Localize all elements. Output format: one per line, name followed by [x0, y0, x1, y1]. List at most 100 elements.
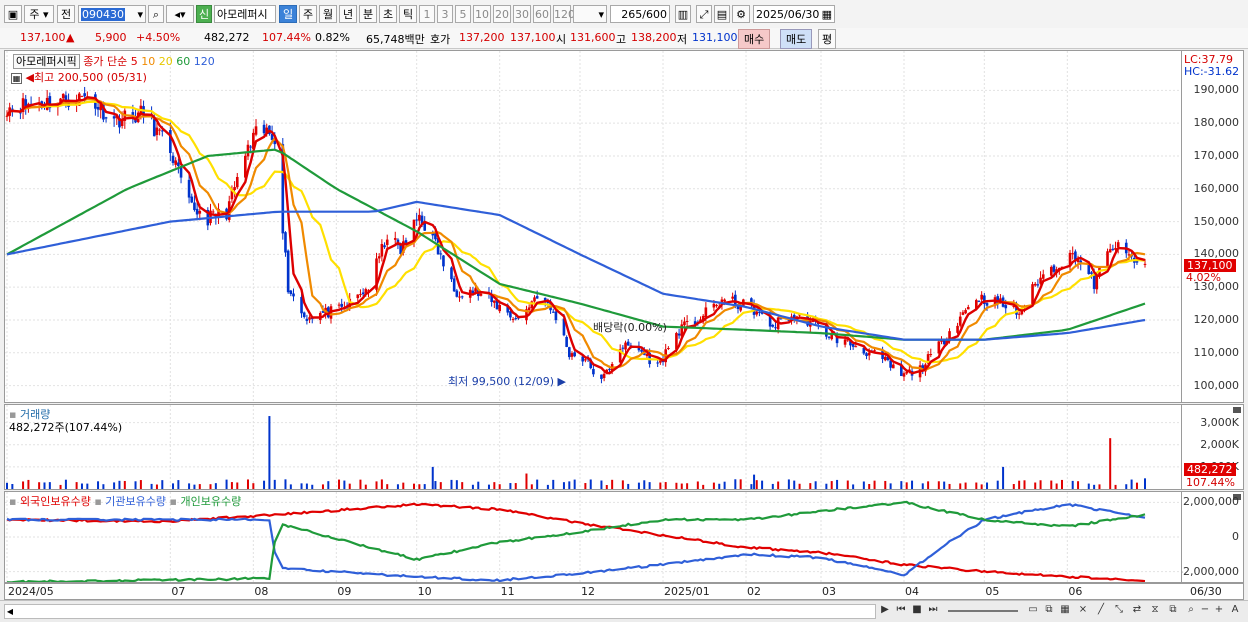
candle — [1004, 305, 1008, 309]
candle — [458, 296, 461, 298]
volume-bar — [1055, 483, 1058, 489]
interval-dropdown[interactable]: ▾ — [573, 5, 607, 23]
period-week[interactable]: 주 — [299, 5, 317, 23]
volume-bar — [1130, 479, 1133, 489]
volume-bar — [584, 483, 587, 489]
draw-tool-icon[interactable]: ⤢ — [696, 5, 712, 23]
minimize-icon[interactable] — [1233, 407, 1241, 413]
zoom-out-icon[interactable]: − — [1198, 603, 1212, 617]
split-icon[interactable]: ⧉ — [1042, 603, 1056, 617]
compare-icon[interactable]: ⇄ — [1130, 603, 1144, 617]
trend-icon[interactable]: ⤡ — [1112, 603, 1126, 617]
scrollbar-track[interactable]: ◀ — [4, 604, 876, 619]
volume-bar — [562, 482, 565, 489]
date-field[interactable]: 2025/06/30 ▦ — [753, 5, 835, 23]
minute-3[interactable]: 3 — [437, 5, 453, 23]
minute-120[interactable]: 120 — [553, 5, 575, 23]
legend-indiv: 개인보유수량 — [180, 495, 242, 508]
candle — [1017, 313, 1021, 315]
table-icon[interactable]: ▦ — [11, 73, 22, 84]
chart-menu-icon[interactable]: ▣ — [4, 5, 22, 23]
speaker-icon[interactable]: ◂▾ — [166, 5, 194, 23]
volume-bar — [455, 480, 458, 489]
candle — [96, 106, 100, 110]
minute-5[interactable]: 5 — [455, 5, 471, 23]
candle — [905, 371, 908, 374]
period-tick[interactable]: 틱 — [399, 5, 417, 23]
scroll-right-icon[interactable]: ▶ — [878, 603, 892, 617]
volume-panel[interactable]: ▪ 거래량 482,272주(107.44%) — [4, 404, 1182, 490]
volume-bar — [6, 482, 8, 489]
candle — [1111, 248, 1115, 250]
zoom-slider[interactable] — [948, 610, 1018, 612]
scroll-left-icon[interactable]: ◀ — [5, 605, 15, 618]
period-minute[interactable]: 분 — [359, 5, 377, 23]
left-arrow-icon: ◀ — [25, 71, 34, 84]
volume-bar — [1135, 482, 1138, 489]
indicator-icon[interactable]: ⨯ — [1076, 603, 1090, 617]
stock-name-field[interactable]: 아모레퍼시 — [214, 5, 276, 23]
candle-type-icon[interactable]: ▥ — [675, 5, 691, 23]
minute-20[interactable]: 20 — [493, 5, 511, 23]
count-field[interactable]: 265/600 — [610, 5, 670, 23]
candle — [667, 348, 670, 350]
period-year[interactable]: 년 — [339, 5, 357, 23]
legend-ma20: 20 — [158, 55, 173, 68]
volume-bar — [1002, 466, 1005, 489]
volume-bar — [514, 483, 517, 489]
volume-chart — [5, 405, 1181, 489]
candle — [498, 304, 501, 312]
candle — [554, 311, 558, 321]
text-size-icon[interactable]: A — [1228, 603, 1242, 617]
minute-30[interactable]: 30 — [513, 5, 531, 23]
minute-1[interactable]: 1 — [419, 5, 435, 23]
avg-button[interactable]: 평 — [818, 29, 837, 49]
minute-10[interactable]: 10 — [473, 5, 491, 23]
legend-ma-prefix: 종가 단순 — [83, 55, 128, 68]
prev-button[interactable]: 전 — [57, 5, 75, 23]
volume-box-pct: 107.44% — [1186, 476, 1235, 489]
period-month[interactable]: 월 — [319, 5, 337, 23]
volume-bar — [311, 484, 314, 489]
calendar-icon[interactable]: ▦ — [822, 6, 832, 24]
gear-icon[interactable]: ⚙ — [732, 5, 750, 23]
holdings-tick-label: 2,000,000 — [1183, 495, 1239, 509]
stop-icon[interactable]: ■ — [910, 603, 924, 617]
minute-60[interactable]: 60 — [533, 5, 551, 23]
grid-icon[interactable]: ▦ — [1058, 603, 1072, 617]
line-icon[interactable]: ╱ — [1094, 603, 1108, 617]
sin-badge[interactable]: 신 — [196, 5, 212, 23]
volume-bar — [753, 474, 756, 489]
volume-bar — [814, 481, 817, 489]
volume-bar — [793, 480, 796, 489]
layout-icon[interactable]: ▭ — [1026, 603, 1040, 617]
price-tick-label: 190,000 — [1193, 83, 1240, 97]
buy-button[interactable]: 매수 — [738, 29, 771, 49]
copy-icon[interactable]: ⧉ — [1166, 603, 1180, 617]
x-tick-label: 2024/05 — [8, 585, 54, 598]
candle — [956, 325, 959, 333]
zoom-icon[interactable]: ⌕ — [1184, 603, 1198, 617]
volume-bar — [509, 483, 512, 489]
rewind-icon[interactable]: ⏮ — [894, 603, 908, 617]
candle — [600, 374, 603, 379]
legend-stock-name[interactable]: 아모레퍼시픽 — [13, 54, 80, 69]
foreign-holdings-line — [6, 502, 1146, 582]
volume-bar — [123, 480, 126, 489]
pattern-icon[interactable]: ⧖ — [1148, 603, 1162, 617]
turnover: 0.82% — [315, 31, 350, 44]
zoom-in-icon[interactable]: + — [1212, 603, 1226, 617]
period-second[interactable]: 초 — [379, 5, 397, 23]
forward-icon[interactable]: ⏭ — [926, 603, 940, 617]
holdings-panel[interactable]: ▪ 외국인보유수량 ▪ 기관보유수량 ▪ 개인보유수량 — [4, 491, 1182, 583]
code-input[interactable]: 090430 ▾ — [78, 5, 146, 23]
type-select[interactable]: 주 ▾ — [24, 5, 54, 23]
volume-bar — [959, 483, 962, 489]
search-icon[interactable]: ⌕ — [148, 5, 164, 23]
volume-bar — [1087, 483, 1090, 489]
volume-bar — [530, 484, 533, 489]
price-panel[interactable]: 아모레퍼시픽 종가 단순 5 10 20 60 120 ▦ ◀최고 200,50… — [4, 50, 1182, 403]
sell-button[interactable]: 매도 — [780, 29, 813, 49]
period-day[interactable]: 일 — [279, 5, 297, 23]
save-icon[interactable]: ▤ — [714, 5, 730, 23]
